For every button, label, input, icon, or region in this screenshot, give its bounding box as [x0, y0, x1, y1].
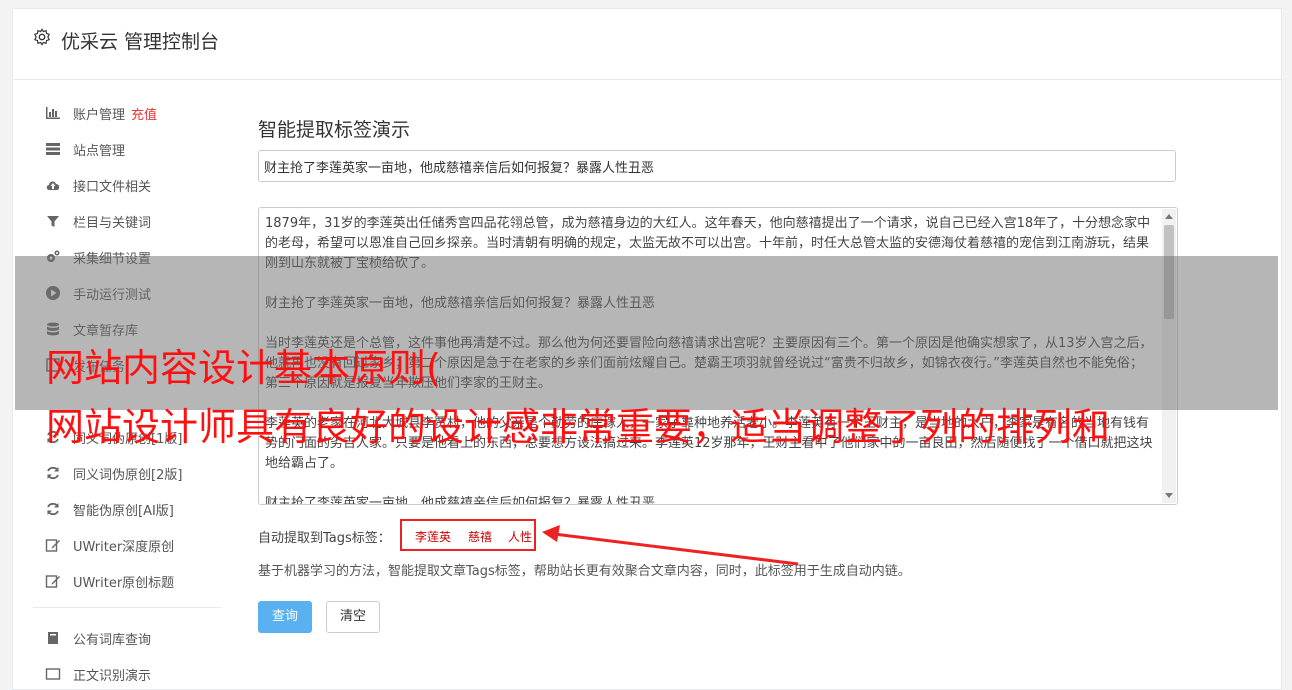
sidebar-item-columns[interactable]: 栏目与关键词 [33, 209, 233, 233]
sidebar-item-label: 同义词伪原创[2版] [73, 468, 183, 483]
scroll-up-arrow-icon[interactable] [1165, 214, 1173, 219]
page-title: 优采云 管理控制台 [61, 31, 220, 53]
content-paragraph: 财主抢了李莲英家一亩地，他成慈禧亲信后如何报复？暴露人性丑恶 [265, 496, 656, 505]
sidebar-item-label: UWriter原创标题 [73, 576, 175, 591]
sidebar-item-label: 公有词库查询 [73, 633, 152, 648]
annotation-arrow-icon [542, 525, 799, 566]
sidebar-item-label: 正文识别演示 [73, 669, 152, 684]
sidebar-item-label: 站点管理 [73, 144, 126, 159]
tag-item: 李莲英 [415, 530, 452, 544]
sidebar-item-public-lexicon[interactable]: 公有词库查询 [33, 626, 233, 650]
refresh-icon [47, 466, 59, 480]
window-icon [45, 668, 61, 680]
sidebar-item-uwriter-title[interactable]: UWriter原创标题 [33, 569, 233, 593]
edit-icon [45, 539, 60, 552]
sidebar-item-label: 栏目与关键词 [73, 216, 152, 231]
edit-icon [45, 575, 60, 588]
recharge-link[interactable]: 充值 [131, 108, 157, 123]
article-title-input[interactable] [258, 150, 1176, 182]
sidebar-item-interface[interactable]: 接口文件相关 [33, 173, 233, 197]
gear-icon [33, 28, 51, 46]
overlay-headline: 网站内容设计基本原则( [46, 346, 441, 390]
sidebar-item-label: 接口文件相关 [73, 180, 152, 195]
section-title: 智能提取标签演示 [258, 119, 411, 141]
sidebar-item-label: 账户管理 [73, 108, 126, 123]
cloud-upload-icon [46, 181, 60, 190]
overlay-subline: 网站设计师具有良好的设计感非常重要，适当调整了列的排列和 [46, 405, 1111, 449]
tags-highlight-box: 李莲英 慈禧 人性 [400, 519, 536, 551]
tags-label: 自动提取到Tags标签： [258, 531, 391, 546]
sidebar-item-uwriter-deep[interactable]: UWriter深度原创 [33, 533, 233, 557]
sidebar-divider [33, 607, 221, 608]
sidebar-item-synonym-2[interactable]: 同义词伪原创[2版] [33, 461, 233, 485]
filter-icon [47, 216, 59, 227]
header: 优采云 管理控制台 [13, 9, 1281, 80]
clear-button[interactable]: 清空 [326, 601, 380, 633]
sidebar-item-account[interactable]: 账户管理 充值 [33, 101, 233, 125]
tag-item: 慈禧 [468, 530, 493, 544]
sidebar-item-label: UWriter深度原创 [73, 540, 175, 555]
refresh-icon [47, 502, 59, 516]
sidebar-item-label: 智能伪原创[AI版] [73, 504, 174, 519]
tag-item: 人性 [508, 530, 533, 544]
scroll-down-arrow-icon[interactable] [1165, 493, 1173, 498]
query-button[interactable]: 查询 [258, 601, 312, 633]
bar-chart-icon [46, 107, 60, 119]
sidebar-item-ai-rewrite[interactable]: 智能伪原创[AI版] [33, 497, 233, 521]
sidebar-item-sites[interactable]: 站点管理 [33, 137, 233, 161]
book-icon [48, 632, 58, 644]
server-icon [46, 143, 60, 155]
